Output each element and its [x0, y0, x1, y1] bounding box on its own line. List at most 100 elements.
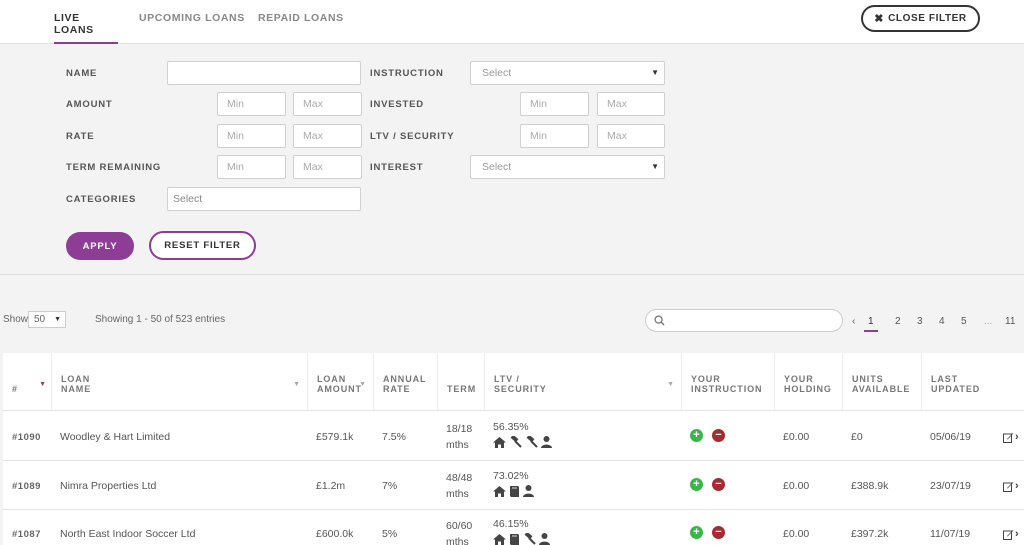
minus-circle-icon[interactable]: −: [712, 429, 725, 442]
chevron-right-icon[interactable]: ›: [1015, 528, 1019, 540]
your-holding: £0.00: [783, 528, 810, 540]
name-input[interactable]: [167, 61, 361, 85]
amount-min-input[interactable]: Min: [217, 92, 286, 116]
tab-upcoming-loans[interactable]: UPCOMING LOANS: [139, 12, 245, 44]
loan-name[interactable]: North East Indoor Soccer Ltd: [60, 528, 195, 540]
pager-page-11[interactable]: 11: [1005, 316, 1015, 327]
term-max-input[interactable]: Max: [293, 155, 362, 179]
chevron-right-icon[interactable]: ›: [1015, 431, 1019, 443]
table-row[interactable]: #1090 Woodley & Hart Limited £579.1k 7.5…: [3, 412, 1024, 461]
caret-down-icon: ▼: [54, 316, 61, 323]
pager-page-3[interactable]: 3: [917, 316, 923, 327]
edit-icon[interactable]: [1003, 481, 1014, 492]
loan-name[interactable]: Nimra Properties Ltd: [60, 480, 156, 492]
amount-label: AMOUNT: [66, 99, 113, 110]
term-remaining: 18/18: [446, 423, 473, 435]
book-icon: [510, 486, 519, 497]
house-icon: [493, 436, 506, 448]
gavel-icon: [526, 436, 538, 448]
pager-page-1[interactable]: 1: [864, 316, 878, 332]
term-remaining-label: TERM REMAINING: [66, 162, 162, 173]
chevron-right-icon[interactable]: ›: [1015, 480, 1019, 492]
amount-max-input[interactable]: Max: [293, 92, 362, 116]
reset-filter-button[interactable]: RESET FILTER: [149, 231, 256, 260]
units-available: £388.9k: [851, 480, 889, 492]
table-row[interactable]: #1089 Nimra Properties Ltd £1.2m 7% 48/4…: [3, 461, 1024, 510]
close-filter-label: CLOSE FILTER: [888, 13, 967, 24]
rate-label: RATE: [66, 131, 95, 142]
caret-down-icon: ▼: [651, 68, 659, 77]
apply-button[interactable]: APPLY: [66, 232, 134, 260]
invested-max-input[interactable]: Max: [597, 92, 665, 116]
house-icon: [493, 533, 506, 545]
ltv-min-input[interactable]: Min: [520, 124, 589, 148]
your-holding: £0.00: [783, 431, 810, 443]
units-available: £0: [851, 431, 863, 443]
instruction-select[interactable]: Select ▼: [470, 61, 665, 85]
loan-id: #1090: [12, 432, 41, 443]
name-label: NAME: [66, 68, 98, 79]
tab-bar: LIVE LOANS UPCOMING LOANS REPAID LOANS ✖…: [0, 0, 1024, 44]
interest-select[interactable]: Select ▼: [470, 155, 665, 179]
book-icon: [510, 534, 519, 545]
term-min-input[interactable]: Min: [217, 155, 286, 179]
close-filter-button[interactable]: ✖ CLOSE FILTER: [861, 5, 980, 32]
instruction-select-value: Select: [482, 67, 512, 79]
invested-label: INVESTED: [370, 99, 424, 110]
pager-prev[interactable]: ‹: [852, 316, 855, 327]
tab-live-loans[interactable]: LIVE LOANS: [54, 12, 118, 44]
house-icon: [493, 485, 506, 497]
page-size-value: 50: [34, 314, 46, 325]
plus-circle-icon[interactable]: +: [690, 526, 703, 539]
column-header-your-holding[interactable]: YOUR HOLDING: [775, 353, 843, 411]
term-unit: mths: [446, 488, 469, 500]
ltv-value: 73.02%: [493, 470, 529, 482]
pager-page-5[interactable]: 5: [961, 316, 967, 327]
page-size-select[interactable]: 50 ▼: [28, 311, 66, 328]
loan-amount: £600.0k: [316, 528, 354, 540]
ltv-max-input[interactable]: Max: [597, 124, 665, 148]
last-updated: 05/06/19: [930, 431, 971, 443]
search-input[interactable]: [645, 309, 843, 332]
minus-circle-icon[interactable]: −: [712, 526, 725, 539]
instruction-actions: + −: [690, 429, 725, 442]
rate-max-input[interactable]: Max: [293, 124, 362, 148]
column-header-annual-rate[interactable]: ANNUAL RATE: [374, 353, 438, 411]
sort-icon: ▼: [667, 381, 675, 388]
column-header-your-instruction[interactable]: YOUR INSTRUCTION: [682, 353, 775, 411]
rate-min-input[interactable]: Min: [217, 124, 286, 148]
loan-id: #1089: [12, 481, 41, 492]
column-header-last-updated[interactable]: LAST UPDATED: [922, 353, 1024, 411]
ltv-security-label: LTV / SECURITY: [370, 131, 455, 142]
sort-desc-icon: ▼: [39, 381, 47, 388]
plus-circle-icon[interactable]: +: [690, 429, 703, 442]
column-header-units-available[interactable]: UNITS AVAILABLE: [843, 353, 922, 411]
minus-circle-icon[interactable]: −: [712, 478, 725, 491]
search-icon: [654, 315, 665, 326]
security-icons: [493, 436, 552, 448]
column-header-ltv-security[interactable]: LTV / SECURITY ▼: [485, 353, 682, 411]
sort-icon: ▼: [293, 381, 301, 388]
column-header-id[interactable]: # ▼: [3, 353, 52, 411]
units-available: £397.2k: [851, 528, 889, 540]
categories-select[interactable]: Select: [167, 187, 361, 211]
filter-panel: NAME AMOUNT Min Max RATE Min Max TERM RE…: [0, 45, 1024, 275]
column-header-term[interactable]: TERM: [438, 353, 485, 411]
entries-info: Showing 1 - 50 of 523 entries: [95, 314, 226, 325]
person-icon: [523, 485, 534, 497]
loan-name[interactable]: Woodley & Hart Limited: [60, 431, 170, 443]
edit-icon[interactable]: [1003, 432, 1014, 443]
plus-circle-icon[interactable]: +: [690, 478, 703, 491]
column-header-loan-name[interactable]: LOAN NAME ▼: [52, 353, 308, 411]
person-icon: [539, 533, 550, 545]
edit-icon[interactable]: [1003, 529, 1014, 540]
gavel-icon: [510, 436, 522, 448]
loan-id: #1087: [12, 529, 41, 540]
column-header-loan-amount[interactable]: LOAN AMOUNT ▼: [308, 353, 374, 411]
term-remaining: 48/48: [446, 472, 473, 484]
table-row[interactable]: #1087 North East Indoor Soccer Ltd £600.…: [3, 510, 1024, 545]
tab-repaid-loans[interactable]: REPAID LOANS: [258, 12, 344, 44]
pager-page-2[interactable]: 2: [895, 316, 901, 327]
invested-min-input[interactable]: Min: [520, 92, 589, 116]
pager-page-4[interactable]: 4: [939, 316, 945, 327]
